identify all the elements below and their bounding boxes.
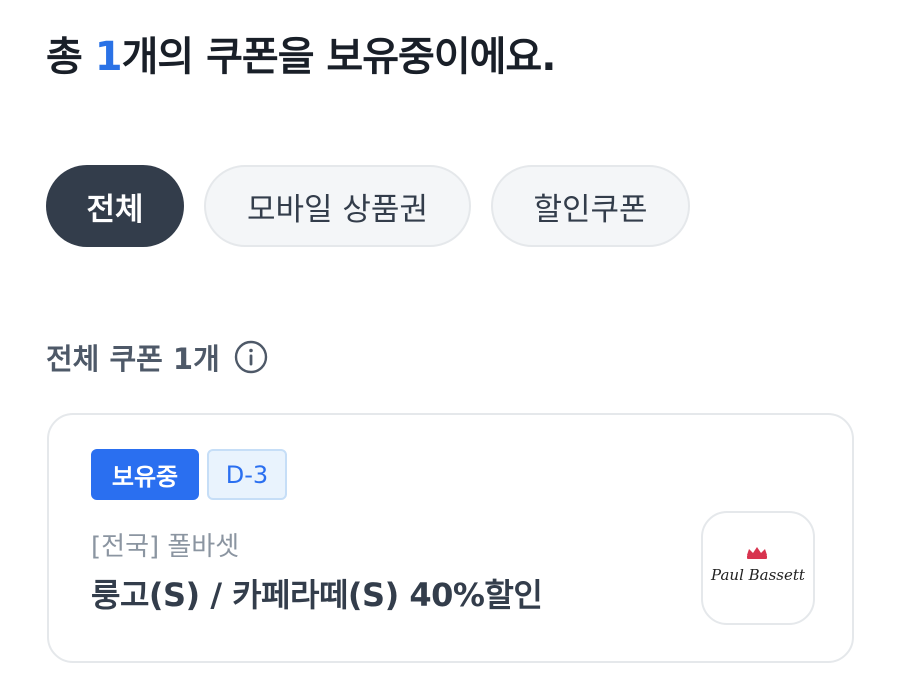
filter-tabs: 전체 모바일 상품권 할인쿠폰 bbox=[46, 165, 690, 247]
paul-bassett-logo-icon: Paul Bassett bbox=[710, 547, 806, 584]
logo-text: Paul Bassett bbox=[710, 566, 806, 584]
info-circle-icon[interactable] bbox=[234, 340, 268, 374]
page-title: 총 1개의 쿠폰을 보유중이에요. bbox=[46, 24, 557, 82]
tab-discount-coupon[interactable]: 할인쿠폰 bbox=[491, 165, 690, 247]
coupon-brand: [전국] 폴바셋 bbox=[91, 532, 240, 562]
section-header: 전체 쿠폰 1개 bbox=[46, 336, 268, 378]
status-badge: 보유중 bbox=[91, 449, 199, 500]
coupon-card[interactable]: 보유중 D-3 [전국] 폴바셋 룽고(S) / 카페라떼(S) 40%할인 P… bbox=[47, 413, 854, 663]
tab-mobile-gift-card[interactable]: 모바일 상품권 bbox=[204, 165, 471, 247]
coupon-badges: 보유중 D-3 bbox=[91, 449, 287, 500]
title-suffix: 개의 쿠폰을 보유중이에요. bbox=[121, 34, 557, 80]
coupon-count: 1 bbox=[94, 34, 123, 80]
dday-badge: D-3 bbox=[207, 449, 287, 500]
section-title: 전체 쿠폰 1개 bbox=[46, 342, 220, 376]
coupon-product: 룽고(S) / 카페라떼(S) 40%할인 bbox=[91, 576, 543, 614]
paul-bassett-logo: Paul Bassett bbox=[701, 511, 815, 625]
tab-all[interactable]: 전체 bbox=[46, 165, 184, 247]
title-prefix: 총 bbox=[46, 34, 95, 80]
